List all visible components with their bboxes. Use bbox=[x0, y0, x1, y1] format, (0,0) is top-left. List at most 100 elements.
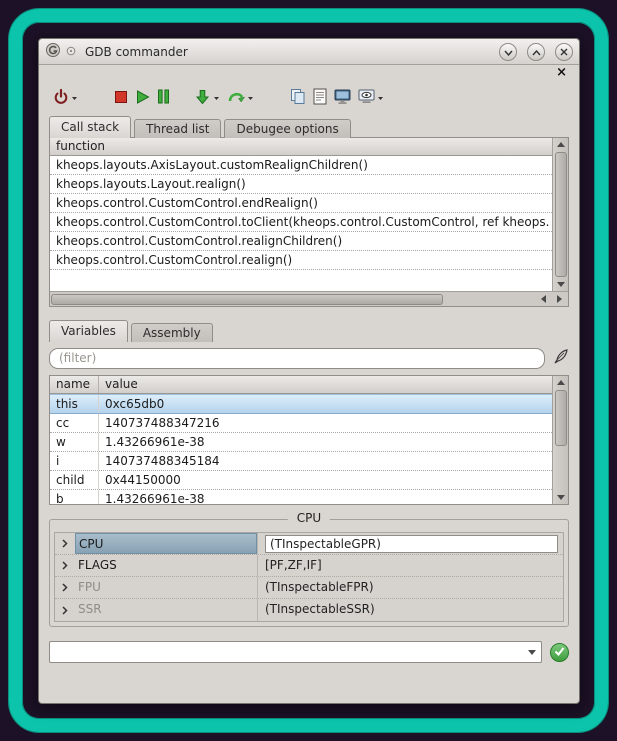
power-button[interactable] bbox=[53, 86, 78, 110]
stop-button[interactable] bbox=[114, 86, 128, 110]
scrollbar-thumb[interactable] bbox=[555, 390, 567, 446]
debug-toolbar bbox=[49, 81, 569, 115]
step-over-icon bbox=[227, 89, 245, 107]
callstack-row[interactable]: kheops.control.CustomControl.endRealign(… bbox=[50, 194, 552, 213]
stop-icon bbox=[114, 90, 128, 107]
callstack-table: function kheops.layouts.AxisLayout.custo… bbox=[50, 138, 552, 291]
combo-dropdown-button[interactable] bbox=[523, 642, 541, 662]
variables-vertical-scrollbar[interactable] bbox=[552, 376, 568, 504]
step-into-icon bbox=[194, 88, 211, 108]
cpu-register-row[interactable]: CPU (TInspectableGPR) bbox=[55, 533, 563, 555]
dropdown-arrow-icon[interactable] bbox=[213, 96, 220, 101]
chevron-down-icon bbox=[504, 45, 513, 59]
monitor-icon bbox=[334, 89, 351, 108]
variable-row[interactable]: w 1.43266961e-38 bbox=[50, 433, 552, 452]
scroll-down-icon[interactable] bbox=[553, 278, 569, 291]
dock-bar: × bbox=[49, 65, 569, 81]
callstack-row[interactable]: kheops.control.CustomControl.realignChil… bbox=[50, 232, 552, 251]
callstack-column-header[interactable]: function bbox=[50, 138, 552, 156]
command-input[interactable] bbox=[50, 643, 523, 661]
register-value-editor[interactable]: (TInspectableGPR) bbox=[265, 535, 558, 553]
cpu-register-row[interactable]: FLAGS [PF,ZF,IF] bbox=[55, 555, 563, 577]
scroll-right-icon[interactable] bbox=[551, 293, 567, 306]
variable-value: 140737488347216 bbox=[98, 414, 552, 432]
register-group-value: (TInspectableFPR) bbox=[257, 577, 563, 598]
variables-filter-row bbox=[49, 347, 569, 369]
maximize-button[interactable] bbox=[527, 43, 545, 61]
register-group-name: SSR bbox=[75, 599, 257, 621]
titlebar[interactable]: GDB commander bbox=[39, 39, 579, 65]
send-command-button[interactable] bbox=[550, 643, 569, 662]
callstack-horizontal-scrollbar[interactable] bbox=[50, 291, 568, 306]
copy-button[interactable] bbox=[290, 86, 306, 110]
variable-value: 1.43266961e-38 bbox=[98, 433, 552, 451]
pause-icon bbox=[157, 89, 170, 107]
cpu-register-row[interactable]: FPU (TInspectableFPR) bbox=[55, 577, 563, 599]
scroll-down-icon[interactable] bbox=[553, 491, 569, 504]
variable-value: 140737488345184 bbox=[98, 452, 552, 470]
run-button[interactable] bbox=[135, 86, 150, 110]
dropdown-arrow-icon[interactable] bbox=[247, 96, 254, 101]
expander-icon[interactable] bbox=[55, 539, 75, 548]
callstack-row[interactable]: kheops.control.CustomControl.toClient(kh… bbox=[50, 213, 552, 232]
callstack-tabbar: Call stack Thread list Debugee options bbox=[49, 115, 569, 138]
cpu-register-table: CPU (TInspectableGPR) FLAGS [PF,ZF,IF] F… bbox=[54, 532, 564, 622]
dropdown-arrow-icon[interactable] bbox=[71, 96, 78, 101]
run-icon bbox=[135, 89, 150, 108]
close-icon bbox=[560, 45, 568, 59]
scrollbar-thumb[interactable] bbox=[51, 294, 443, 305]
cpu-register-row[interactable]: SSR (TInspectableSSR) bbox=[55, 599, 563, 621]
command-row bbox=[49, 640, 569, 664]
scroll-left-icon[interactable] bbox=[535, 293, 551, 306]
tab-variables[interactable]: Variables bbox=[49, 320, 128, 342]
scroll-up-icon[interactable] bbox=[553, 376, 569, 389]
quill-icon[interactable] bbox=[552, 348, 569, 368]
step-into-button[interactable] bbox=[194, 86, 220, 110]
callstack-row[interactable]: kheops.layouts.Layout.realign() bbox=[50, 175, 552, 194]
tab-thread-list[interactable]: Thread list bbox=[134, 119, 221, 138]
variable-name: i bbox=[50, 452, 98, 470]
variable-name: b bbox=[50, 490, 98, 504]
tab-assembly[interactable]: Assembly bbox=[131, 323, 213, 342]
cpu-groupbox-title: CPU bbox=[288, 511, 330, 525]
variable-row[interactable]: this 0xc65db0 bbox=[50, 394, 552, 414]
gdb-commander-window: GDB commander × bbox=[38, 38, 580, 704]
filter-input[interactable] bbox=[49, 348, 545, 369]
column-header-value[interactable]: value bbox=[98, 376, 552, 393]
step-over-button[interactable] bbox=[227, 86, 254, 110]
register-group-value: (TInspectableSSR) bbox=[257, 599, 563, 621]
callstack-row[interactable]: kheops.control.CustomControl.realign() bbox=[50, 251, 552, 270]
variable-row[interactable]: cc 140737488347216 bbox=[50, 414, 552, 433]
minimize-button[interactable] bbox=[499, 43, 517, 61]
column-header-name[interactable]: name bbox=[50, 376, 98, 393]
tab-debugee-options[interactable]: Debugee options bbox=[224, 119, 350, 138]
register-group-name: CPU bbox=[75, 533, 257, 554]
variable-row[interactable]: b 1.43266961e-38 bbox=[50, 490, 552, 504]
variable-row[interactable]: i 140737488345184 bbox=[50, 452, 552, 471]
variable-name: this bbox=[50, 395, 98, 413]
variable-value: 0xc65db0 bbox=[98, 395, 552, 413]
variable-row[interactable]: child 0x44150000 bbox=[50, 471, 552, 490]
monitor-button[interactable] bbox=[334, 86, 351, 110]
callstack-panel: function kheops.layouts.AxisLayout.custo… bbox=[49, 137, 569, 307]
pause-button[interactable] bbox=[157, 86, 170, 110]
expander-icon[interactable] bbox=[55, 583, 75, 592]
scroll-up-icon[interactable] bbox=[553, 138, 569, 151]
register-group-name: FPU bbox=[75, 577, 257, 598]
command-combobox[interactable] bbox=[49, 641, 542, 663]
variables-header-row: name value bbox=[50, 376, 552, 394]
close-button[interactable] bbox=[555, 43, 573, 61]
tab-call-stack[interactable]: Call stack bbox=[49, 116, 131, 138]
callstack-vertical-scrollbar[interactable] bbox=[552, 138, 568, 291]
callstack-row[interactable]: kheops.layouts.AxisLayout.customRealignC… bbox=[50, 156, 552, 175]
expander-icon[interactable] bbox=[55, 606, 75, 615]
register-group-name: FLAGS bbox=[75, 555, 257, 576]
app-icon bbox=[45, 42, 61, 61]
watch-button[interactable] bbox=[358, 86, 384, 110]
log-button[interactable] bbox=[313, 86, 327, 110]
dock-close-button[interactable]: × bbox=[554, 67, 569, 79]
scrollbar-thumb[interactable] bbox=[555, 152, 567, 277]
dropdown-arrow-icon[interactable] bbox=[377, 96, 384, 101]
expander-icon[interactable] bbox=[55, 561, 75, 570]
check-icon bbox=[554, 645, 565, 659]
